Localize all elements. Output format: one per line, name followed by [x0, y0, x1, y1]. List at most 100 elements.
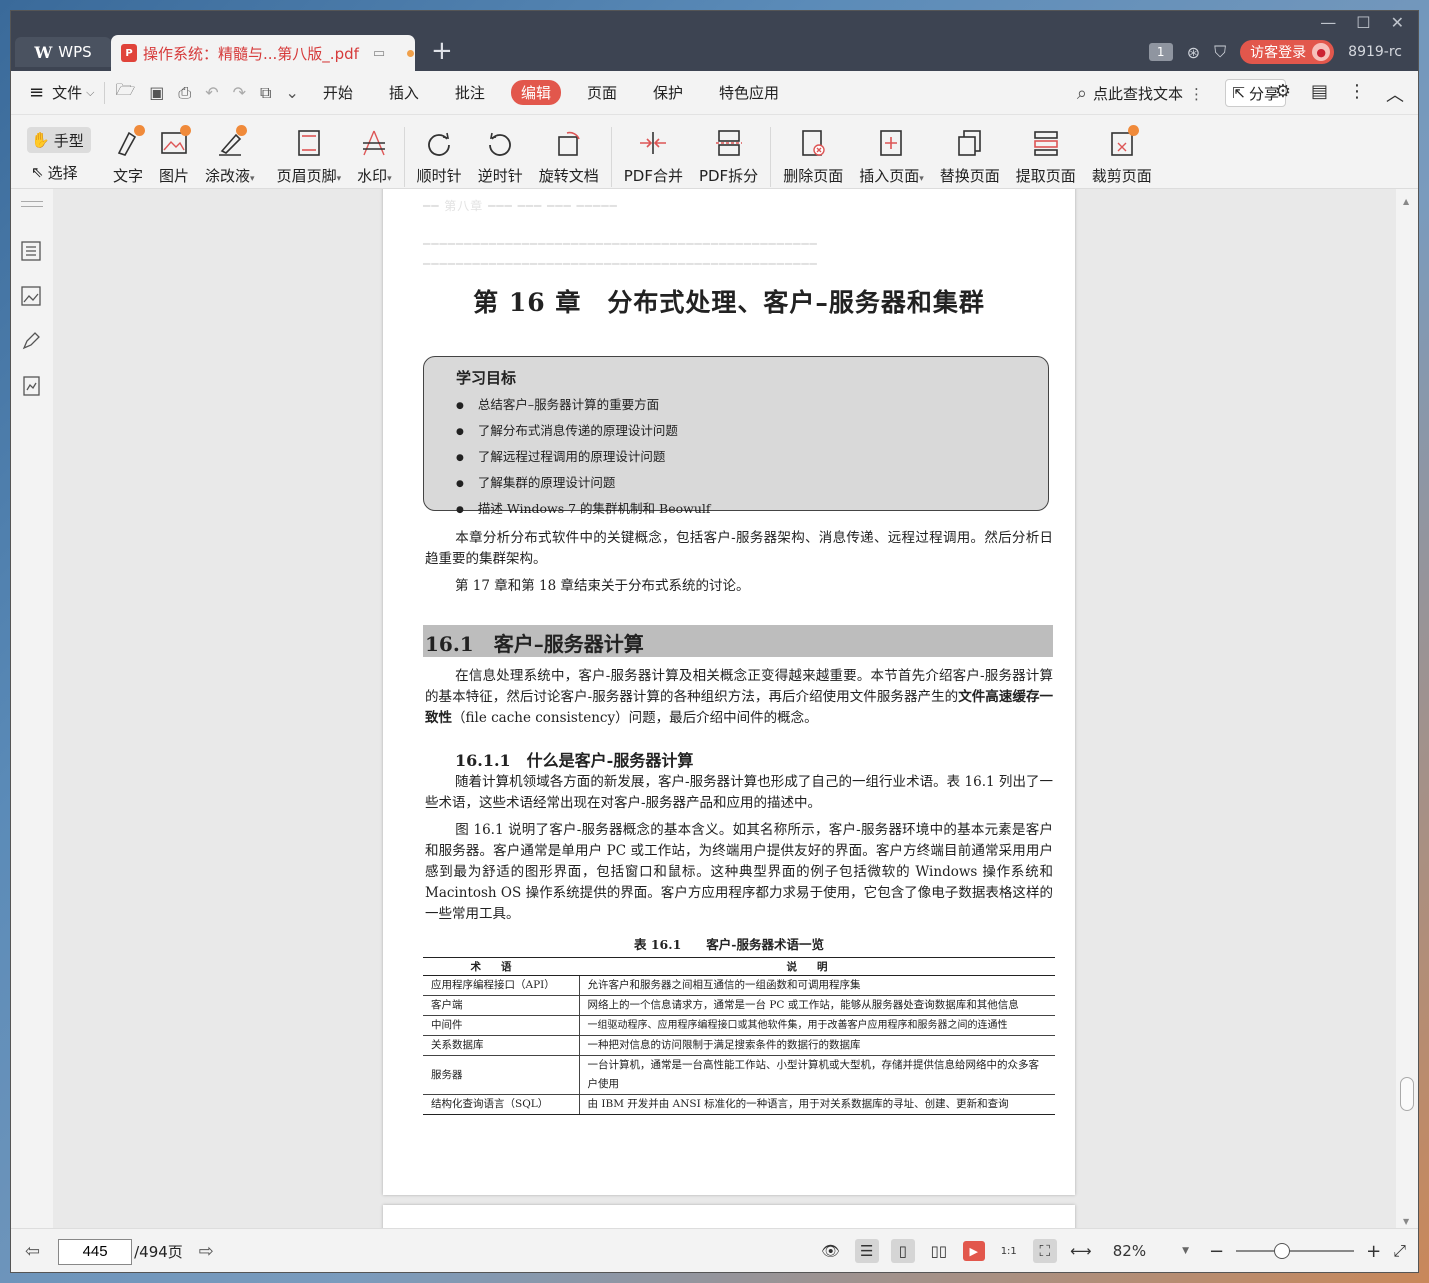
table-caption: 表 16.1 客户-服务器术语一览 — [634, 937, 824, 952]
zoom-slider-knob[interactable] — [1274, 1243, 1291, 1259]
menu-special[interactable]: 特色应用 — [719, 82, 779, 103]
file-menu[interactable]: 文件 ⌵ — [52, 82, 94, 103]
rotate-clockwise-icon — [424, 127, 454, 159]
tool-header-footer[interactable]: 页眉页脚▾ — [276, 127, 342, 186]
tool-rotate-ccw[interactable]: 逆时针 — [478, 127, 523, 186]
tool-rotate-cw[interactable]: 顺时针 — [417, 127, 462, 186]
more-quick-icon[interactable]: ⌄ — [285, 83, 298, 102]
tool-crop-page[interactable]: 裁剪页面 — [1092, 125, 1152, 186]
tab-document[interactable]: P 操作系统：精髓与...第八版_.pdf ▭ — [111, 35, 415, 71]
continuous-view-icon[interactable]: ☰ — [854, 1239, 879, 1263]
open-folder-icon[interactable]: 🗁 — [115, 79, 135, 106]
drag-handle-icon[interactable] — [21, 201, 43, 207]
tool-pdf-split[interactable]: PDF拆分 — [699, 127, 758, 186]
window-count-badge[interactable]: 1 — [1148, 43, 1173, 61]
zoom-select[interactable]: 82% ▼ — [1113, 1242, 1189, 1260]
single-page-icon[interactable]: ▯ — [890, 1239, 915, 1263]
close-icon[interactable]: ✕ — [1391, 13, 1404, 32]
save-icon[interactable]: ▣ — [149, 83, 164, 102]
tool-insert-page[interactable]: 插入页面▾ — [859, 127, 924, 186]
tool-correction[interactable]: 涂改液▾ — [205, 125, 255, 186]
zoom-slider[interactable] — [1236, 1243, 1355, 1259]
search-text[interactable]: ⌕ 点此查找文本 ⋮ — [1077, 83, 1204, 104]
bookmark-image-icon[interactable] — [21, 376, 43, 398]
redo-icon[interactable]: ↷ — [233, 83, 246, 102]
select-mode-button[interactable]: ⇖ 选择 — [27, 159, 91, 185]
tool-rotate-document[interactable]: 旋转文档 — [539, 127, 599, 186]
search-icon: ⌕ — [1076, 83, 1087, 104]
terms-table: 术语 说明 应用程序编程接口（API） 允许客户和服务器之间相互通信的一组函数和… — [423, 957, 1055, 1115]
menu-insert[interactable]: 插入 — [389, 82, 419, 103]
maximize-icon[interactable]: ☐ — [1356, 13, 1370, 32]
tool-pdf-merge[interactable]: PDF合并 — [624, 127, 683, 186]
zoom-in-icon[interactable]: + — [1366, 1241, 1381, 1262]
menu-start[interactable]: 开始 — [323, 82, 353, 103]
crop-page-icon — [1107, 125, 1139, 159]
tool-rotate-cw-label: 顺时针 — [416, 167, 462, 185]
tool-header-footer-label: 页眉页脚▾ — [276, 167, 342, 185]
table-cell-term: 应用程序编程接口（API） — [423, 975, 580, 996]
new-tab-button[interactable]: + — [431, 37, 453, 65]
more-icon[interactable]: ⋮ — [1348, 81, 1366, 107]
tool-insert-page-label: 插入页面▾ — [859, 167, 924, 185]
zoom-out-icon[interactable]: − — [1209, 1241, 1224, 1262]
tool-watermark[interactable]: 水印▾ — [357, 127, 392, 186]
scrollbar-thumb[interactable] — [1400, 1077, 1414, 1111]
comment-icon[interactable]: ▤ — [1311, 81, 1328, 107]
hamburger-icon[interactable]: ≡ — [29, 82, 44, 103]
hand-icon: ✋ — [31, 131, 50, 149]
tool-delete-page[interactable]: 删除页面 — [783, 127, 843, 186]
export-image-icon[interactable]: ⧉ — [260, 83, 271, 103]
scroll-up-icon[interactable]: ▲ — [1403, 197, 1409, 206]
tool-replace-page[interactable]: 替换页面 — [940, 127, 1000, 186]
extract-page-icon — [1031, 127, 1061, 159]
subsection-heading: 16.1.1 什么是客户-服务器计算 — [455, 751, 694, 770]
settings-gear-icon[interactable]: ⚙ — [1275, 81, 1291, 107]
menu-protect[interactable]: 保护 — [653, 82, 683, 103]
guest-login-button[interactable]: 访客登录 ● — [1240, 40, 1335, 64]
pdf-merge-icon — [638, 127, 668, 159]
hand-mode-button[interactable]: ✋ 手型 — [27, 127, 91, 153]
menu-annotate[interactable]: 批注 — [455, 82, 485, 103]
window-controls: — ☐ ✕ — [1306, 11, 1418, 34]
shirt-icon[interactable]: ⛉ — [1214, 42, 1226, 62]
more-vertical-icon[interactable]: ⋮ — [1189, 85, 1204, 103]
scroll-down-icon[interactable]: ▼ — [1403, 1217, 1409, 1226]
table-row: 关系数据库 一种把对信息的访问限制于满足搜索条件的数据行的数据库 — [423, 1035, 1055, 1056]
play-slideshow-icon[interactable]: ▶ — [962, 1241, 985, 1261]
insert-page-icon — [876, 127, 906, 159]
undo-icon[interactable]: ↶ — [205, 83, 218, 102]
tool-text[interactable]: 文字 — [113, 125, 145, 186]
menu-page[interactable]: 页面 — [587, 82, 617, 103]
tool-extract-page[interactable]: 提取页面 — [1016, 127, 1076, 186]
actual-size-icon[interactable]: 1:1 — [997, 1239, 1021, 1263]
tool-image[interactable]: 图片 — [159, 125, 192, 186]
print-icon[interactable]: ⎙ — [178, 83, 191, 103]
watermark-icon — [359, 127, 389, 159]
two-page-icon[interactable]: ▯▯ — [927, 1239, 951, 1263]
pdf-file-icon: P — [121, 44, 137, 62]
menu-edit[interactable]: 编辑 — [510, 80, 561, 105]
screen-cast-icon[interactable]: ▭ — [373, 46, 385, 61]
vertical-scrollbar[interactable]: ▲ ▼ — [1396, 189, 1418, 1228]
prev-page-icon[interactable]: ⇦ — [25, 1241, 40, 1262]
learning-goals-title: 学习目标 — [456, 369, 517, 387]
thumbnails-icon[interactable] — [21, 286, 43, 308]
chevron-down-icon: ⌵ — [86, 85, 95, 99]
outline-icon[interactable] — [21, 241, 43, 263]
next-page-icon[interactable]: ⇨ — [199, 1241, 214, 1262]
subsection-paragraph: 随着计算机领域各方面的新发展，客户-服务器计算也形成了自己的一组行业术语。表 1… — [425, 774, 1053, 811]
share-icon: ⇱ — [1232, 84, 1245, 102]
fit-page-icon[interactable]: ⛶ — [1032, 1239, 1057, 1263]
collapse-ribbon-icon[interactable]: ︿ — [1386, 81, 1404, 107]
tab-wps-home[interactable]: W WPS — [15, 37, 111, 67]
document-viewport[interactable]: ━━ 第八章 ━━━ ━━━ ━━━ ━━━━━ ━━━━━━━━━━━━━━━… — [53, 189, 1408, 1228]
fit-width-icon[interactable]: ⟷ — [1069, 1239, 1093, 1263]
skin-icon[interactable]: ⊛ — [1187, 43, 1200, 62]
annotation-icon[interactable] — [21, 331, 43, 353]
minimize-icon[interactable]: — — [1320, 13, 1336, 32]
fullscreen-icon[interactable]: ⤢ — [1393, 1241, 1406, 1261]
eye-protection-icon[interactable]: 👁 — [819, 1239, 843, 1263]
page-number-input[interactable] — [58, 1238, 133, 1265]
app-window: W WPS P 操作系统：精髓与...第八版_.pdf ▭ + — ☐ ✕ 1 … — [10, 10, 1419, 1273]
